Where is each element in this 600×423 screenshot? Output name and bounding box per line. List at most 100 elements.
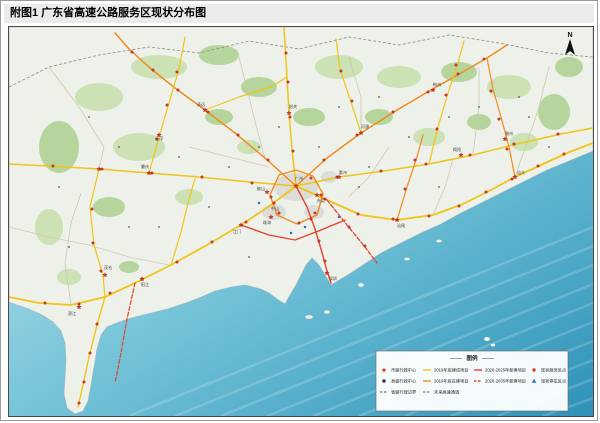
county-center-dot: [68, 246, 70, 248]
city-label: 东莞: [317, 197, 325, 204]
urban-area: [321, 171, 337, 183]
county-center-dot: [338, 106, 340, 108]
legend-dot-icon: [382, 379, 385, 382]
vegetation-patch: [119, 261, 139, 273]
service-area-point: [92, 242, 95, 245]
service-area-point: [314, 212, 317, 215]
service-area-point: [436, 128, 439, 131]
service-area-point: [357, 213, 360, 216]
parking-area-point: [338, 216, 340, 218]
county-center-dot: [358, 186, 360, 188]
county-center-dot: [278, 126, 280, 128]
service-area-point: [356, 134, 359, 137]
county-center-dot: [228, 166, 230, 168]
vegetation-patch: [365, 109, 393, 125]
service-area-point: [392, 218, 395, 221]
county-center-dot: [448, 116, 450, 118]
parking-area-point: [290, 232, 292, 234]
legend-title: 图例: [466, 354, 478, 362]
county-center-dot: [258, 146, 260, 148]
vegetation-patch: [93, 197, 125, 217]
service-area-point: [469, 154, 472, 157]
service-area-point: [83, 381, 86, 384]
service-area-point: [318, 240, 321, 243]
service-area-point: [511, 178, 514, 181]
map-frame: 湛江茂名阳江江门广州深圳珠海佛山东莞惠州汕尾揭阳汕头潮州梅州河源韶关清远肇庆云浮…: [8, 26, 594, 417]
service-area-point: [392, 111, 395, 114]
service-area-point: [414, 159, 417, 162]
vegetation-patch: [487, 75, 531, 99]
island: [358, 283, 364, 287]
city-label: 惠州: [339, 169, 347, 175]
service-area-point: [404, 188, 407, 191]
service-area-point: [323, 159, 326, 162]
city-label: 清远: [197, 101, 206, 108]
vegetation-patch: [57, 269, 81, 285]
city-label: 深圳: [329, 275, 337, 282]
service-area-point: [131, 51, 134, 54]
county-center-dot: [368, 166, 370, 168]
legend-item-label: 县级行政中心: [391, 378, 417, 385]
service-area-point: [557, 133, 560, 136]
service-area-point: [292, 150, 295, 153]
vegetation-patch: [555, 57, 583, 77]
city-label: 韶关: [289, 103, 297, 110]
island: [324, 310, 330, 314]
city-label: 珠海: [263, 219, 272, 226]
parking-area-point: [304, 226, 306, 228]
vegetation-patch: [413, 128, 445, 146]
service-area-point: [176, 261, 179, 264]
service-area-point: [320, 194, 323, 197]
service-area-point: [490, 90, 493, 93]
service-area-point: [289, 116, 292, 119]
vegetation-patch: [35, 209, 63, 245]
page: 附图1 广东省高速公路服务区现状分布图 湛江茂名阳江江门广州深圳珠海佛山东莞惠州…: [0, 0, 598, 421]
service-area-point: [166, 104, 169, 107]
vegetation-patch: [377, 66, 421, 88]
service-area-point: [348, 226, 351, 229]
service-area-point: [151, 172, 154, 175]
service-area-point: [324, 260, 327, 263]
service-area-point: [513, 143, 516, 146]
service-area-point: [457, 73, 460, 76]
city-label: 汕头: [517, 169, 525, 176]
service-area-point: [351, 100, 354, 103]
city-label: 中山: [271, 205, 279, 212]
service-area-point: [245, 221, 248, 224]
county-center-dot: [118, 146, 120, 148]
service-area-point: [270, 196, 273, 199]
service-area-point: [364, 245, 367, 248]
service-area-point: [483, 58, 486, 61]
service-area-point: [89, 352, 92, 355]
service-area-point: [498, 118, 501, 121]
service-area-point: [211, 241, 214, 244]
county-center-dot: [248, 256, 250, 258]
city-label: 佛山: [257, 185, 265, 192]
service-area-point: [278, 212, 281, 215]
city-label: 肇庆: [141, 163, 150, 170]
map-title: 附图1 广东省高速公路服务区现状分布图: [4, 4, 594, 23]
county-center-dot: [208, 206, 210, 208]
service-area-point: [273, 202, 276, 205]
service-area-point: [506, 148, 509, 151]
county-center-dot: [378, 96, 380, 98]
service-area-point: [52, 165, 55, 168]
county-center-dot: [318, 146, 320, 148]
service-area-point: [152, 69, 155, 72]
vegetation-patch: [538, 94, 570, 130]
service-area-point: [455, 64, 458, 67]
parking-area-point: [258, 202, 260, 204]
county-center-dot: [408, 136, 410, 138]
service-area-point: [78, 402, 81, 405]
island: [436, 240, 442, 243]
legend-item-label: 现状服务区点: [541, 367, 566, 374]
service-area-point: [425, 163, 428, 166]
city-label: 阳江: [141, 281, 149, 288]
island: [491, 344, 495, 347]
service-area-point: [563, 153, 566, 156]
city-label: 江门: [233, 228, 241, 235]
service-area-point: [380, 170, 383, 173]
city-label: 汕尾: [397, 222, 405, 229]
service-area-point: [445, 94, 448, 97]
city-label: 广州: [295, 175, 303, 182]
